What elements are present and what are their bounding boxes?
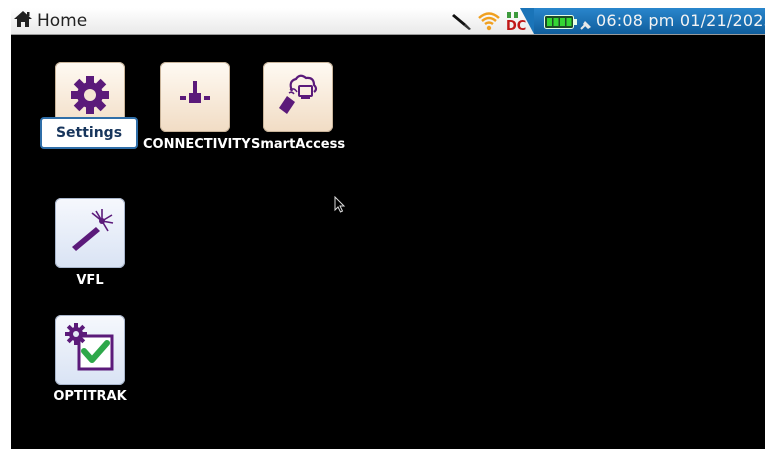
connectivity-icon [173, 73, 217, 121]
optitrak-label: OPTITRAK [53, 389, 127, 404]
laser-icon [66, 207, 114, 259]
top-bar: Home DC 06:08 pm 01/21/2023 [11, 8, 765, 35]
battery-icon [544, 14, 578, 33]
settings-label[interactable]: Settings [40, 117, 138, 149]
gear-icon [68, 73, 112, 121]
checklist-gear-icon [63, 321, 117, 379]
wifi-icon [477, 10, 501, 36]
clock-bar: 06:08 pm 01/21/2023 [520, 8, 765, 34]
device-screen: Home DC 06:08 pm 01/21/2023 Settings CON… [11, 8, 765, 449]
clock-datetime: 06:08 pm 01/21/2023 [596, 11, 765, 30]
mouse-pointer-icon [334, 195, 346, 218]
optitrak-tile[interactable] [55, 315, 125, 385]
connectivity-label: CONNECTIVITY [143, 137, 251, 152]
home-button[interactable]: Home [13, 10, 87, 32]
pen-probe-icon [451, 10, 473, 36]
vfl-label: VFL [76, 273, 104, 288]
vfl-tile[interactable] [55, 198, 125, 268]
page-title: Home [37, 11, 88, 31]
plug-icon [580, 15, 594, 34]
connectivity-tile[interactable] [160, 62, 230, 132]
home-icon [13, 10, 33, 32]
smartaccess-icon [274, 71, 322, 123]
smartaccess-label: SmartAccess [251, 137, 346, 152]
smartaccess-tile[interactable] [263, 62, 333, 132]
